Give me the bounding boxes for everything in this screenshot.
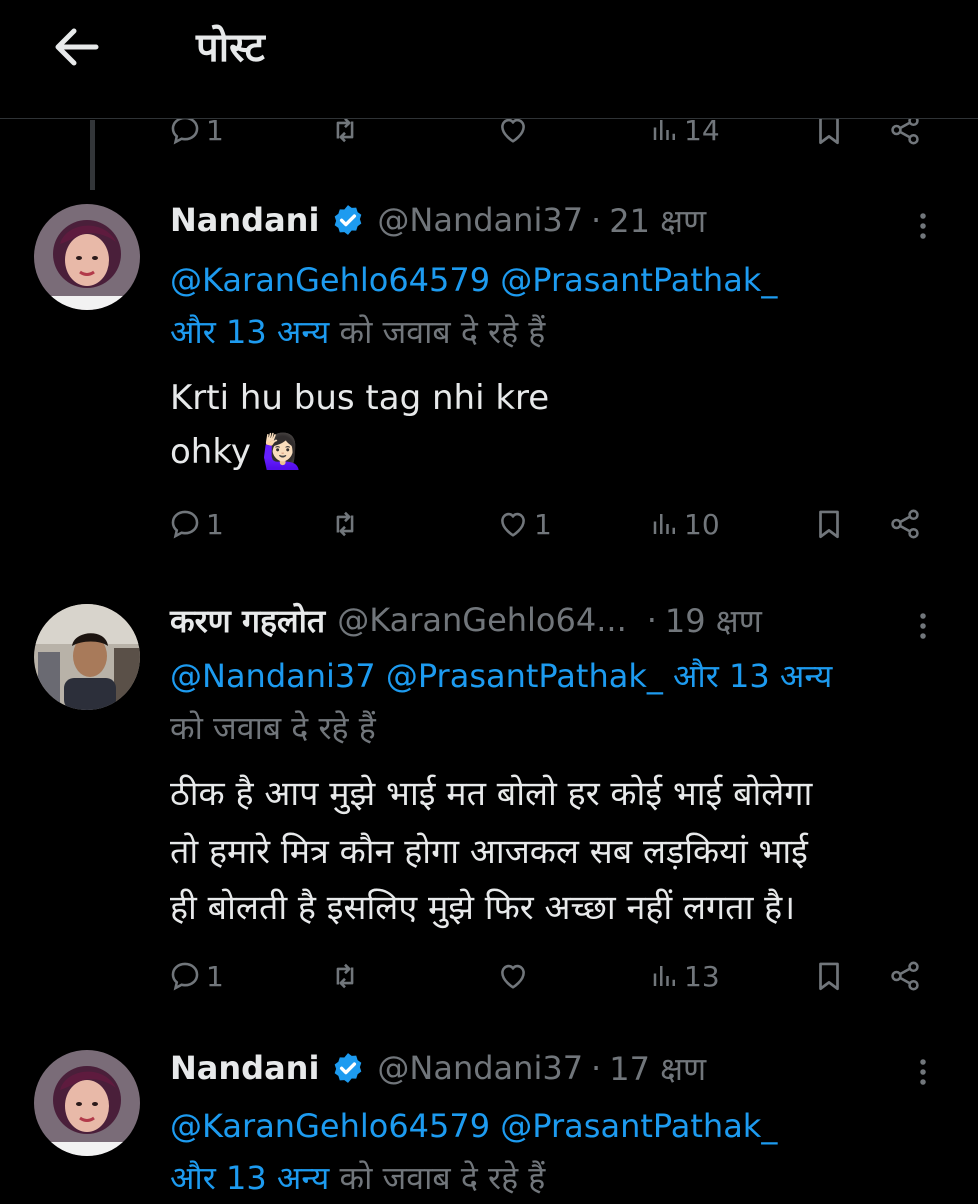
replying-to-line-2: को जवाब दे रहे हैं	[170, 702, 376, 754]
tweet-text-line: ही बोलती है इसलिए मुझे फिर अच्छा नहीं लग…	[170, 888, 796, 928]
share-button[interactable]	[888, 954, 922, 998]
more-icon	[918, 609, 928, 643]
replying-to-mentions[interactable]: @KaranGehlo64579 @PrasantPathak_	[170, 261, 777, 299]
like-icon	[496, 959, 530, 993]
repost-button[interactable]	[328, 954, 362, 998]
more-icon	[918, 1055, 928, 1089]
replying-to-line-2: और 13 अन्य को जवाब दे रहे हैं	[170, 1152, 545, 1204]
tweet-text-line: Krti hu bus tag nhi kre	[170, 378, 550, 418]
reply-count: 1	[206, 959, 224, 993]
replying-to-mentions[interactable]: @Nandani37 @PrasantPathak_ और 13 अन्य	[170, 657, 832, 695]
timestamp[interactable]: 17 क्षण	[609, 1047, 706, 1090]
replying-to-label: को जवाब दे रहे हैं	[170, 709, 376, 747]
tweet-text-line: ठीक है आप मुझे भाई मत बोलो हर कोई भाई बो…	[170, 774, 813, 814]
repost-icon	[328, 507, 362, 541]
more-icon	[918, 209, 928, 243]
tweet-header: Nandani @Nandani37 · 21 क्षण	[170, 200, 706, 240]
replying-to-mentions[interactable]: @KaranGehlo64579 @PrasantPathak_	[170, 1107, 777, 1145]
replying-to-line-1: @KaranGehlo64579 @PrasantPathak_	[170, 254, 777, 306]
others-link[interactable]: और 13 अन्य	[170, 1159, 329, 1197]
views-icon	[650, 115, 680, 145]
views-button[interactable]: 10	[650, 502, 720, 546]
display-name[interactable]: Nandani	[170, 1049, 319, 1087]
reply-button[interactable]: 1	[168, 502, 224, 546]
display-name[interactable]: Nandani	[170, 201, 319, 239]
tweet-text-line: ohky 🙋🏻‍♀️	[170, 432, 305, 472]
bookmark-icon	[812, 507, 846, 541]
views-count: 10	[684, 507, 720, 541]
tweet-header: Nandani @Nandani37 · 17 क्षण	[170, 1048, 706, 1088]
back-button[interactable]	[48, 22, 104, 72]
timestamp[interactable]: 19 क्षण	[665, 599, 762, 642]
replying-to-line-2: और 13 अन्य को जवाब दे रहे हैं	[170, 306, 545, 358]
user-handle[interactable]: @Nandani37	[377, 201, 583, 239]
repost-icon	[328, 959, 362, 993]
user-handle[interactable]: @Nandani37	[377, 1049, 583, 1087]
thread-connector-line	[90, 120, 95, 190]
more-options-button[interactable]	[910, 1050, 938, 1094]
verified-badge-icon	[331, 203, 365, 237]
timestamp[interactable]: 21 क्षण	[609, 199, 706, 242]
separator-dot: ·	[591, 201, 602, 239]
reply-button[interactable]: 1	[168, 954, 224, 998]
bookmark-icon	[812, 959, 846, 993]
action-bar: 1 1 10	[168, 502, 938, 546]
share-button[interactable]	[888, 502, 922, 546]
avatar[interactable]	[34, 204, 140, 310]
more-options-button[interactable]	[910, 204, 938, 248]
like-button[interactable]	[496, 954, 530, 998]
action-bar: 1 13	[168, 954, 938, 998]
more-options-button[interactable]	[910, 604, 938, 648]
avatar[interactable]	[34, 604, 140, 710]
share-icon	[888, 959, 922, 993]
page-title: पोस्ट	[196, 25, 265, 71]
views-icon	[650, 509, 680, 539]
replying-to-line-1: @KaranGehlo64579 @PrasantPathak_	[170, 1100, 777, 1152]
user-handle[interactable]: @KaranGehlo64...	[337, 601, 627, 639]
verified-badge-icon	[331, 1051, 365, 1085]
share-icon	[888, 507, 922, 541]
display-name[interactable]: करण गहलोत	[170, 599, 325, 642]
replying-to-label: को जवाब दे रहे हैं	[329, 313, 546, 351]
tweet-text-line: तो हमारे मित्र कौन होगा आजकल सब लड़कियां…	[170, 832, 808, 872]
repost-button[interactable]	[328, 502, 362, 546]
like-icon	[496, 507, 530, 541]
bookmark-button[interactable]	[812, 502, 846, 546]
others-link[interactable]: और 13 अन्य	[170, 313, 329, 351]
tweet-header: करण गहलोत @KaranGehlo64... · 19 क्षण	[170, 600, 762, 640]
replying-to-label: को जवाब दे रहे हैं	[329, 1159, 546, 1197]
reply-icon	[168, 507, 202, 541]
avatar[interactable]	[34, 1050, 140, 1156]
like-count: 1	[534, 507, 552, 541]
views-icon	[650, 961, 680, 991]
top-app-bar: पोस्ट	[0, 0, 978, 119]
views-button[interactable]: 13	[650, 954, 720, 998]
reply-count: 1	[206, 507, 224, 541]
views-count: 13	[684, 959, 720, 993]
bookmark-button[interactable]	[812, 954, 846, 998]
back-arrow-icon	[55, 28, 99, 66]
separator-dot: ·	[591, 1049, 602, 1087]
replying-to-line-1: @Nandani37 @PrasantPathak_ और 13 अन्य	[170, 650, 832, 702]
like-button[interactable]: 1	[496, 502, 552, 546]
reply-icon	[168, 959, 202, 993]
separator-dot: ·	[646, 601, 657, 639]
